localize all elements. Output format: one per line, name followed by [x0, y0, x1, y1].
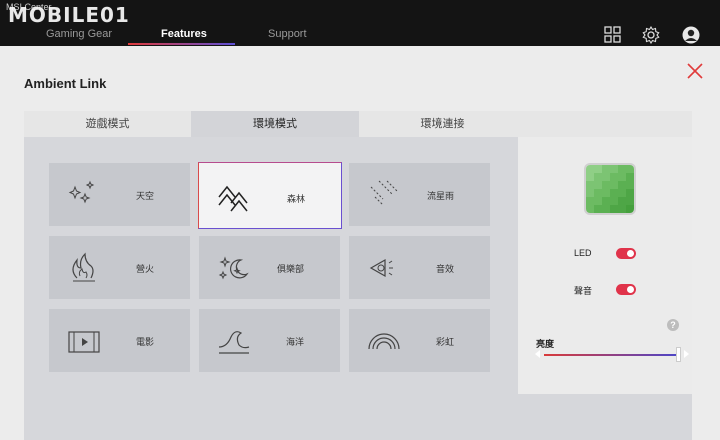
moon-star-icon [218, 256, 249, 280]
mode-tabs: 遊戲模式 環境模式 環境連接 [24, 111, 692, 137]
tile-ocean[interactable]: 海洋 [199, 309, 340, 372]
film-icon [68, 331, 100, 353]
color-preview-swatch [586, 165, 634, 213]
wave-icon [218, 331, 250, 354]
brightness-label: 亮度 [536, 339, 555, 349]
tile-label: 森林 [286, 194, 305, 204]
brightness-slider-track[interactable] [544, 354, 678, 356]
tile-rainbow[interactable]: 彩虹 [349, 309, 490, 372]
brightness-increase-arrow-icon[interactable] [684, 350, 689, 358]
tile-movie[interactable]: 電影 [49, 309, 190, 372]
tile-label: 俱樂部 [276, 264, 304, 274]
tile-club[interactable]: 俱樂部 [199, 236, 340, 299]
tab-ambient-mode[interactable]: 環境模式 [191, 111, 359, 137]
tile-meteor[interactable]: 流星雨 [349, 163, 490, 226]
page-title: Ambient Link [24, 76, 107, 91]
sound-toggle[interactable] [616, 284, 636, 295]
mountain-icon [218, 185, 248, 212]
close-icon[interactable] [686, 62, 704, 80]
tile-label: 電影 [135, 337, 154, 347]
tab-game-mode[interactable]: 遊戲模式 [24, 111, 191, 137]
gear-icon[interactable] [642, 26, 660, 44]
sparkle-icon [68, 180, 95, 204]
speaker-icon [369, 258, 393, 278]
tab-gaming-gear[interactable]: Gaming Gear [46, 28, 112, 40]
led-toggle[interactable] [616, 248, 636, 259]
tile-label: 音效 [435, 264, 454, 274]
campfire-icon [72, 252, 95, 282]
tile-label: 營火 [135, 264, 154, 274]
tile-sound[interactable]: 音效 [349, 236, 490, 299]
sound-label: 聲音 [574, 286, 593, 296]
brightness-decrease-arrow-icon[interactable] [535, 350, 540, 358]
tab-features[interactable]: Features [161, 28, 207, 40]
tile-label: 彩虹 [435, 337, 454, 347]
settings-panel: LED 聲音 ? 亮度 [518, 137, 692, 394]
tile-label: 海洋 [285, 337, 304, 347]
user-avatar-icon[interactable] [682, 26, 700, 44]
tile-sky[interactable]: 天空 [49, 163, 190, 226]
tile-campfire[interactable]: 營火 [49, 236, 190, 299]
meteor-icon [370, 180, 398, 206]
tab-ambient-connect[interactable]: 環境連接 [359, 111, 526, 137]
led-label: LED [574, 248, 592, 258]
apps-grid-icon[interactable] [604, 26, 622, 44]
brightness-slider-handle[interactable] [676, 347, 681, 362]
help-icon[interactable]: ? [667, 319, 679, 331]
watermark: MOBILE01 [8, 3, 130, 27]
rainbow-icon [368, 333, 400, 350]
title-bar: MSI Center MOBILE01 Gaming Gear Features… [0, 0, 720, 46]
tile-label: 流星雨 [426, 191, 454, 201]
tile-forest[interactable]: 森林 [198, 162, 342, 229]
tile-label: 天空 [135, 191, 154, 201]
main-area: Ambient Link 遊戲模式 環境模式 環境連接 天空 森林 流星雨 營火… [0, 46, 720, 440]
mode-content: 天空 森林 流星雨 營火 俱樂部 音效 電影 海洋 彩虹 LED 聲音 ? 亮度 [24, 137, 692, 440]
tab-support[interactable]: Support [268, 28, 307, 40]
active-tab-indicator [128, 43, 235, 45]
